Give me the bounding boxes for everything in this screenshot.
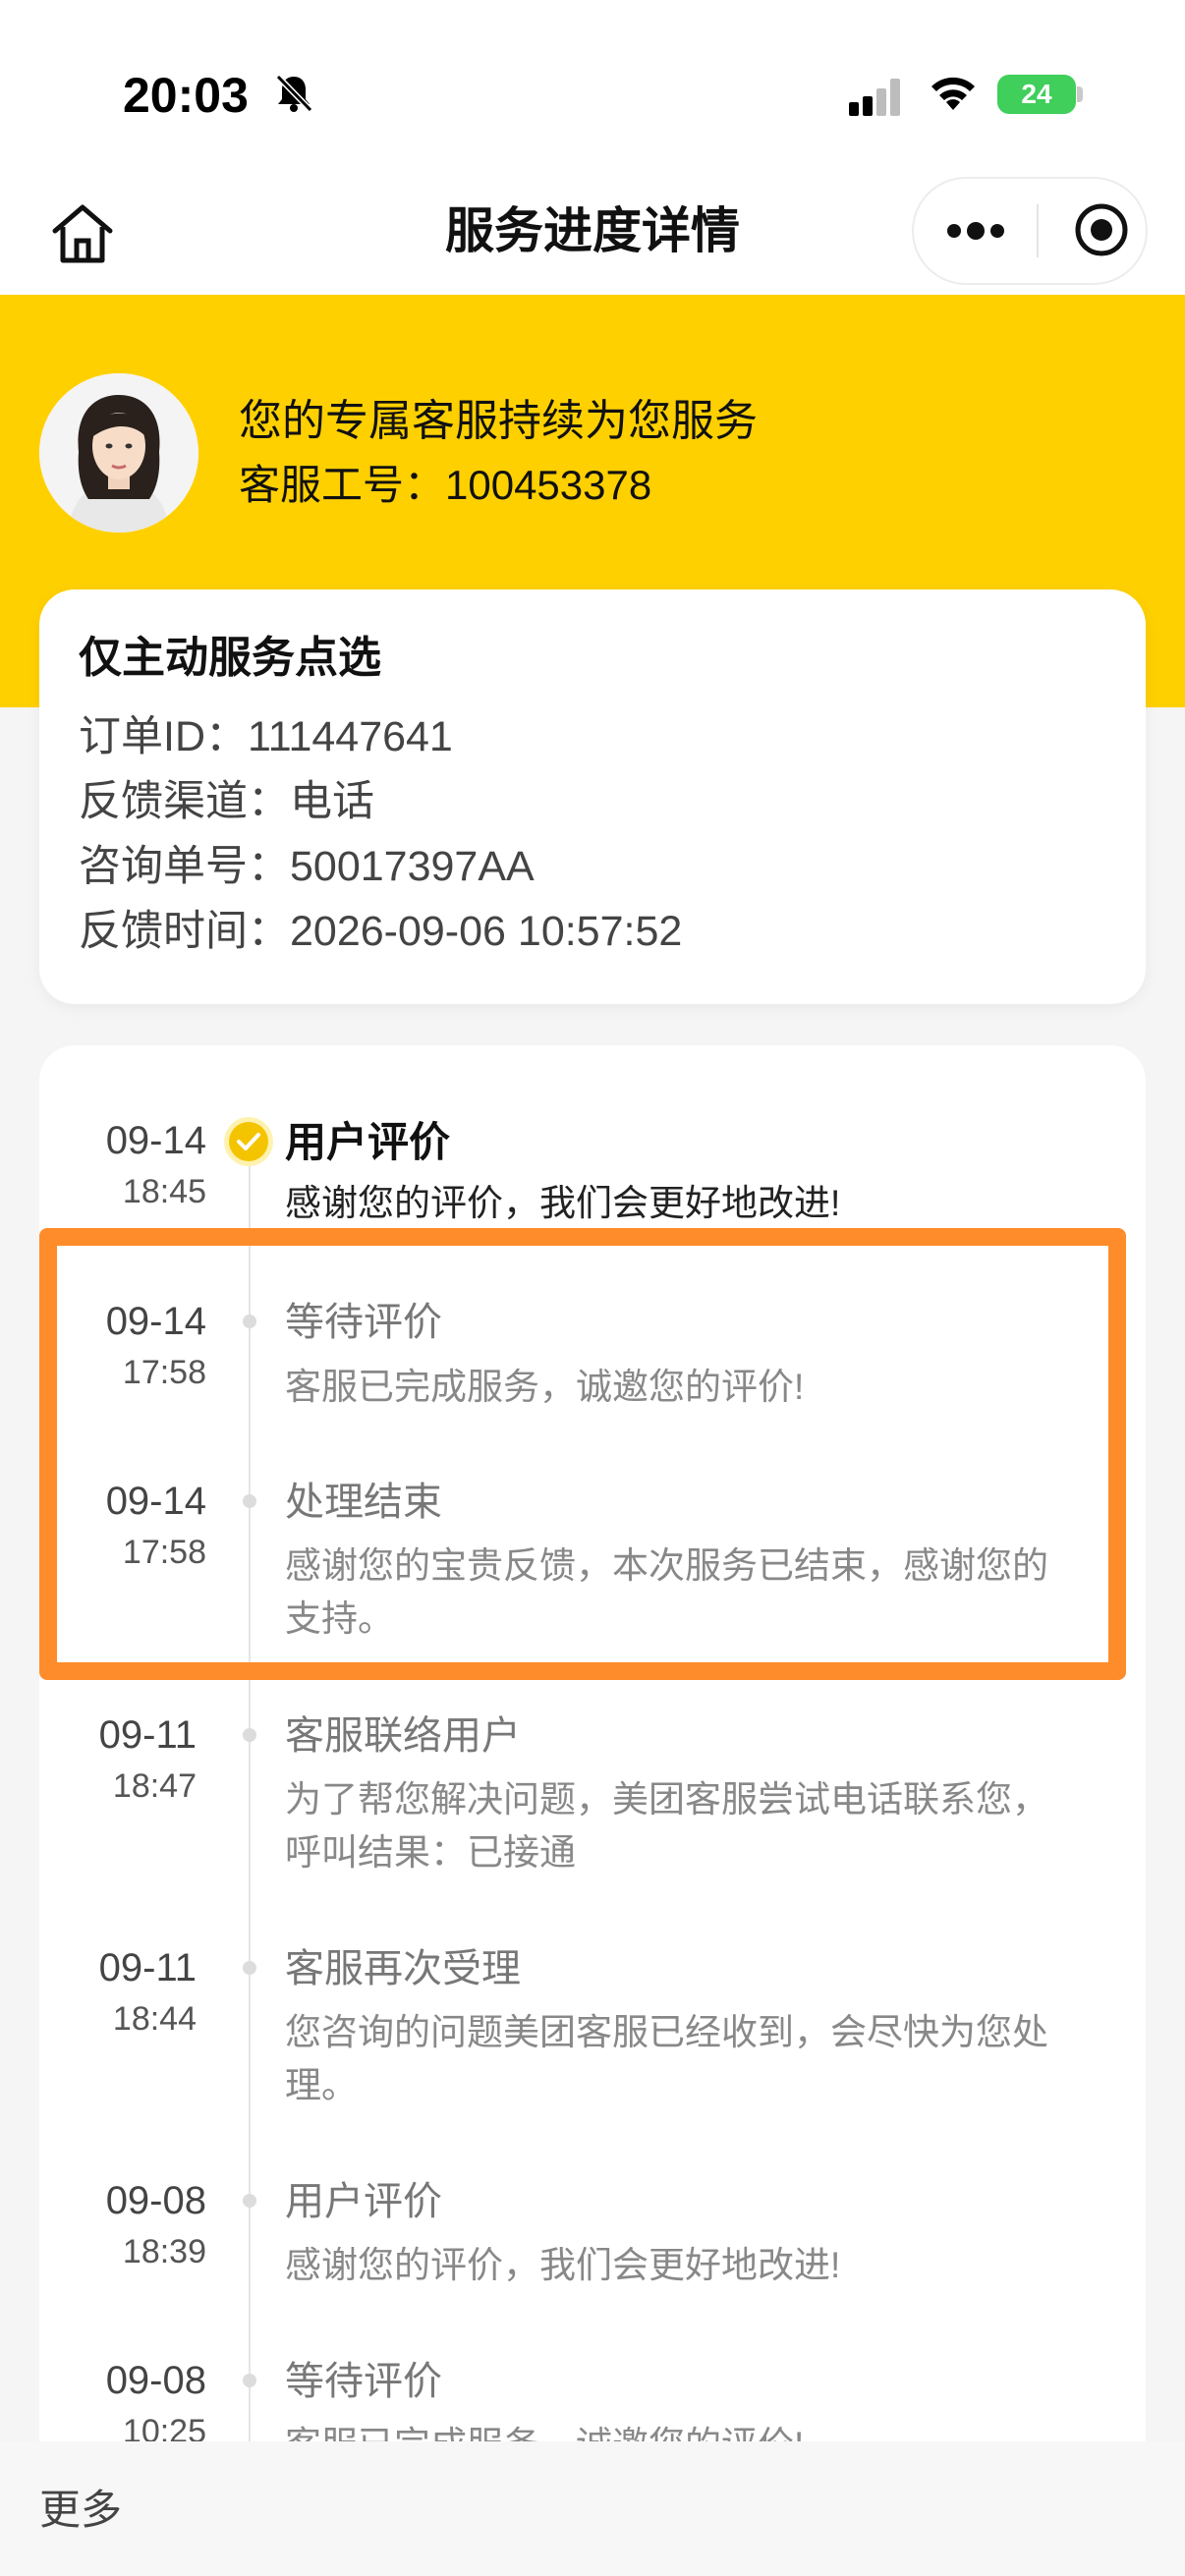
service-message: 您的专属客服持续为您服务 [239,397,758,445]
bell-off-icon [275,74,313,113]
more-button[interactable]: 更多 [39,2481,122,2540]
timeline-dot [243,1728,256,1742]
footer-bar [0,2441,1185,2576]
timeline-time: 18:39 [122,2233,206,2270]
order-id: 订单ID：111447641 [79,713,453,760]
timeline-time: 18:44 [112,2000,197,2038]
feedback-time: 反馈时间：2026-09-06 10:57:52 [79,908,683,955]
check-circle-icon [224,1117,273,1166]
feedback-channel: 反馈渠道：电话 [79,778,374,825]
battery-level: 24 [1021,79,1052,109]
more-icon[interactable] [943,211,1008,251]
timeline-dot [243,2374,256,2387]
timeline-title: 客服再次受理 [285,1947,521,1990]
timeline-date: 09-11 [98,1713,197,1757]
timeline-desc: 感谢您的评价，我们会更好地改进! [285,1183,841,1223]
timeline-desc: 为了帮您解决问题，美团客服尝试电话联系您，呼叫结果：已接通 [285,1779,1048,1873]
info-card-title: 仅主动服务点选 [79,634,381,682]
timeline-dot [243,1961,256,1975]
timeline-date: 09-14 [105,1119,206,1162]
timeline-date: 09-08 [105,2359,206,2402]
timeline-title: 客服联络用户 [285,1714,521,1758]
timeline-time: 18:47 [112,1767,197,1805]
consult-number: 咨询单号：50017397AA [79,843,535,890]
timeline-date: 09-08 [105,2179,206,2222]
signal-icon [849,79,900,116]
timeline-desc: 感谢您的评价，我们会更好地改进! [285,2245,841,2285]
agent-id: 客服工号：100453378 [239,462,652,508]
highlight-box [39,1228,1126,1680]
battery-cap [1077,86,1083,102]
timeline-date: 09-11 [98,1946,197,1989]
status-time: 20:03 [123,68,249,123]
avatar-image [39,373,198,532]
timeline-dot [243,2194,256,2208]
agent-avatar [39,373,198,532]
target-icon[interactable] [1073,201,1130,258]
wifi-icon [931,77,975,110]
timeline-title: 用户评价 [285,2180,442,2223]
timeline-title: 用户评价 [285,1119,451,1165]
timeline-title: 等待评价 [285,2360,442,2403]
timeline-time: 18:45 [122,1173,206,1210]
timeline-desc: 您咨询的问题美团客服已经收到，会尽快为您处理。 [285,2012,1048,2105]
capsule-divider [1037,204,1039,257]
